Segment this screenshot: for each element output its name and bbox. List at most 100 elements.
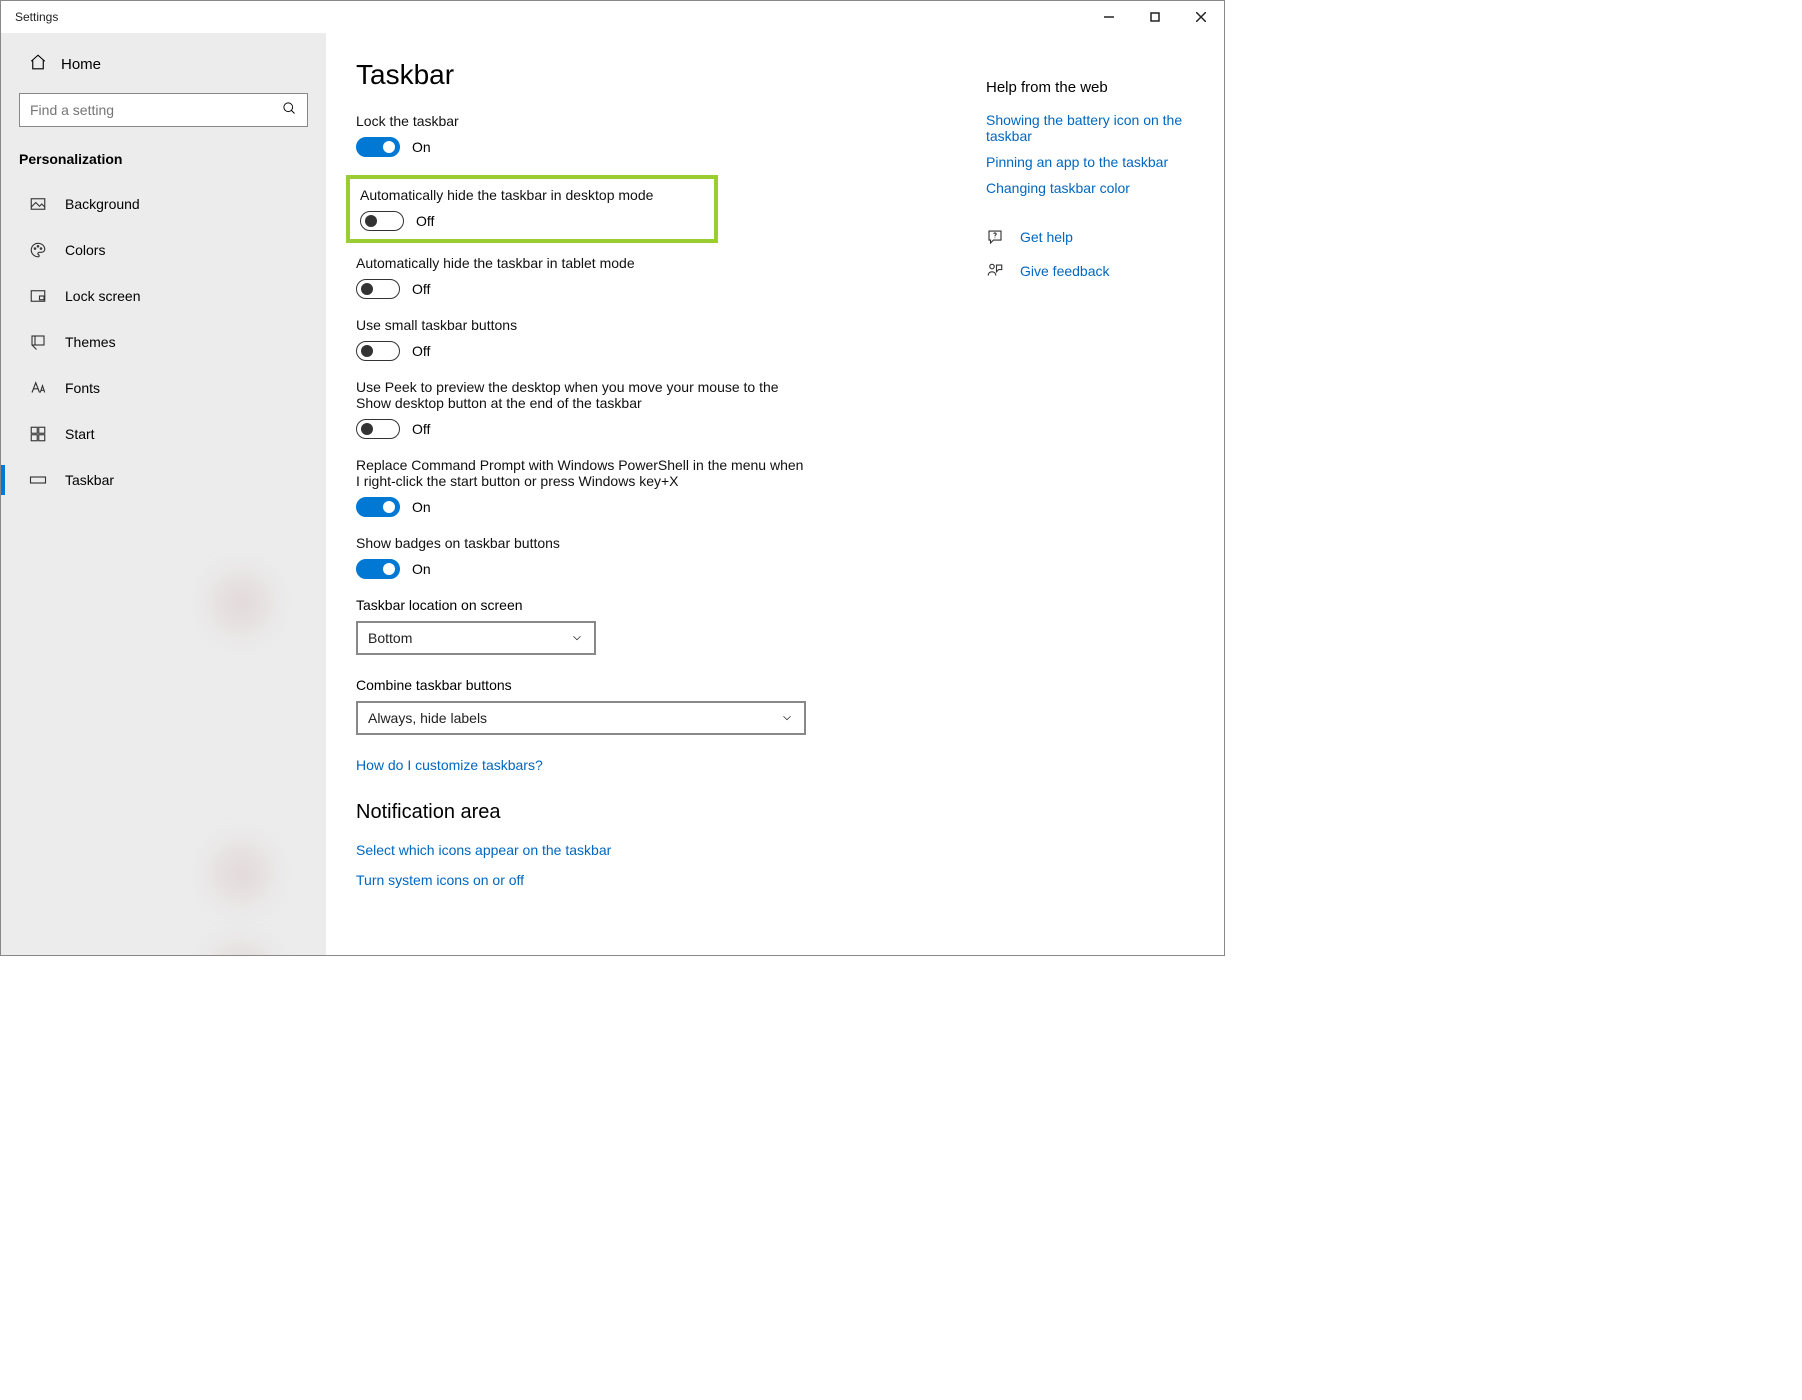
- setting-combine-buttons: Combine taskbar buttons Always, hide lab…: [356, 677, 916, 735]
- sidebar-item-fonts[interactable]: Fonts: [1, 365, 326, 411]
- home-label: Home: [61, 56, 101, 73]
- toggle-replace-cmd[interactable]: [356, 497, 400, 517]
- titlebar: Settings: [1, 1, 1224, 33]
- get-help-label: Get help: [1020, 229, 1073, 245]
- sidebar-item-background[interactable]: Background: [1, 181, 326, 227]
- setting-label: Combine taskbar buttons: [356, 677, 916, 693]
- main: Taskbar Lock the taskbar On Automaticall…: [326, 33, 1224, 955]
- fonts-icon: [29, 379, 47, 397]
- setting-autohide-tablet: Automatically hide the taskbar in tablet…: [356, 255, 806, 299]
- nav-label: Start: [65, 426, 95, 442]
- toggle-autohide-desktop[interactable]: [360, 211, 404, 231]
- sidebar-item-start[interactable]: Start: [1, 411, 326, 457]
- decorative-blob: [211, 573, 271, 633]
- start-icon: [29, 425, 47, 443]
- setting-small-buttons: Use small taskbar buttons Off: [356, 317, 806, 361]
- decorative-blob: [211, 843, 271, 903]
- setting-replace-cmd: Replace Command Prompt with Windows Powe…: [356, 457, 806, 517]
- aside: Help from the web Showing the battery ic…: [986, 59, 1216, 945]
- setting-use-peek: Use Peek to preview the desktop when you…: [356, 379, 806, 439]
- get-help-button[interactable]: Get help: [986, 228, 1216, 246]
- help-icon: [986, 228, 1004, 246]
- toggle-state: Off: [412, 343, 430, 359]
- aside-title: Help from the web: [986, 79, 1216, 96]
- nav-label: Fonts: [65, 380, 100, 396]
- give-feedback-button[interactable]: Give feedback: [986, 262, 1216, 280]
- setting-lock-taskbar: Lock the taskbar On: [356, 113, 806, 157]
- toggle-row: Off: [360, 211, 708, 231]
- toggle-row: On: [356, 497, 806, 517]
- nav-label: Taskbar: [65, 472, 114, 488]
- highlight-box: Automatically hide the taskbar in deskto…: [346, 175, 718, 243]
- dropdown-value: Bottom: [368, 630, 412, 646]
- setting-label: Automatically hide the taskbar in tablet…: [356, 255, 806, 271]
- dropdown-value: Always, hide labels: [368, 710, 487, 726]
- maximize-button[interactable]: [1132, 1, 1178, 33]
- setting-label: Lock the taskbar: [356, 113, 806, 129]
- help-battery-icon[interactable]: Showing the battery icon on the taskbar: [986, 112, 1182, 144]
- dropdown-taskbar-location[interactable]: Bottom: [356, 621, 596, 655]
- search-icon: [282, 101, 297, 119]
- toggle-state: On: [412, 499, 431, 515]
- section-notification-area: Notification area: [356, 801, 916, 824]
- toggle-row: On: [356, 137, 806, 157]
- home-icon: [29, 53, 47, 75]
- toggle-state: On: [412, 561, 431, 577]
- search-wrap: [1, 85, 326, 141]
- aside-help-links: Showing the battery icon on the taskbar …: [986, 112, 1216, 196]
- toggle-autohide-tablet[interactable]: [356, 279, 400, 299]
- setting-label: Show badges on taskbar buttons: [356, 535, 806, 551]
- toggle-state: Off: [412, 281, 430, 297]
- home-button[interactable]: Home: [1, 43, 326, 85]
- palette-icon: [29, 241, 47, 259]
- toggle-show-badges[interactable]: [356, 559, 400, 579]
- feedback-icon: [986, 262, 1004, 280]
- toggle-state: Off: [412, 421, 430, 437]
- toggle-use-peek[interactable]: [356, 419, 400, 439]
- nav-label: Colors: [65, 242, 105, 258]
- toggle-small-buttons[interactable]: [356, 341, 400, 361]
- sidebar-item-taskbar[interactable]: Taskbar: [1, 457, 326, 503]
- chevron-down-icon: [780, 711, 794, 725]
- toggle-row: On: [356, 559, 806, 579]
- chevron-down-icon: [570, 631, 584, 645]
- dropdown-combine-buttons[interactable]: Always, hide labels: [356, 701, 806, 735]
- decorative-blob: [211, 943, 271, 956]
- link-system-icons[interactable]: Turn system icons on or off: [356, 872, 916, 888]
- setting-label: Automatically hide the taskbar in deskto…: [360, 187, 708, 203]
- link-select-icons[interactable]: Select which icons appear on the taskbar: [356, 842, 916, 858]
- setting-label: Use Peek to preview the desktop when you…: [356, 379, 806, 411]
- window-controls: [1086, 1, 1224, 33]
- category-label: Personalization: [1, 141, 326, 181]
- help-taskbar-color[interactable]: Changing taskbar color: [986, 180, 1130, 196]
- content-area: Home Personalization Background: [1, 33, 1224, 955]
- give-feedback-label: Give feedback: [1020, 263, 1110, 279]
- toggle-state: On: [412, 139, 431, 155]
- settings-window: Settings Home: [0, 0, 1225, 956]
- toggle-row: Off: [356, 279, 806, 299]
- customize-link[interactable]: How do I customize taskbars?: [356, 757, 543, 773]
- help-pinning-app[interactable]: Pinning an app to the taskbar: [986, 154, 1168, 170]
- setting-show-badges: Show badges on taskbar buttons On: [356, 535, 806, 579]
- toggle-lock[interactable]: [356, 137, 400, 157]
- nav-list: Background Colors Lock screen: [1, 181, 326, 503]
- search-input[interactable]: [19, 93, 308, 127]
- close-button[interactable]: [1178, 1, 1224, 33]
- sidebar-item-lockscreen[interactable]: Lock screen: [1, 273, 326, 319]
- sidebar-item-colors[interactable]: Colors: [1, 227, 326, 273]
- window-title: Settings: [1, 10, 72, 24]
- nav-label: Background: [65, 196, 140, 212]
- section-links: Select which icons appear on the taskbar…: [356, 842, 916, 888]
- image-icon: [29, 195, 47, 213]
- toggle-state: Off: [416, 213, 434, 229]
- search-field[interactable]: [30, 102, 274, 118]
- minimize-button[interactable]: [1086, 1, 1132, 33]
- setting-label: Use small taskbar buttons: [356, 317, 806, 333]
- customize-link-wrap: How do I customize taskbars?: [356, 757, 916, 773]
- toggle-row: Off: [356, 419, 806, 439]
- main-column: Taskbar Lock the taskbar On Automaticall…: [356, 59, 916, 945]
- setting-taskbar-location: Taskbar location on screen Bottom: [356, 597, 916, 655]
- sidebar: Home Personalization Background: [1, 33, 326, 955]
- sidebar-item-themes[interactable]: Themes: [1, 319, 326, 365]
- aside-actions: Get help Give feedback: [986, 228, 1216, 280]
